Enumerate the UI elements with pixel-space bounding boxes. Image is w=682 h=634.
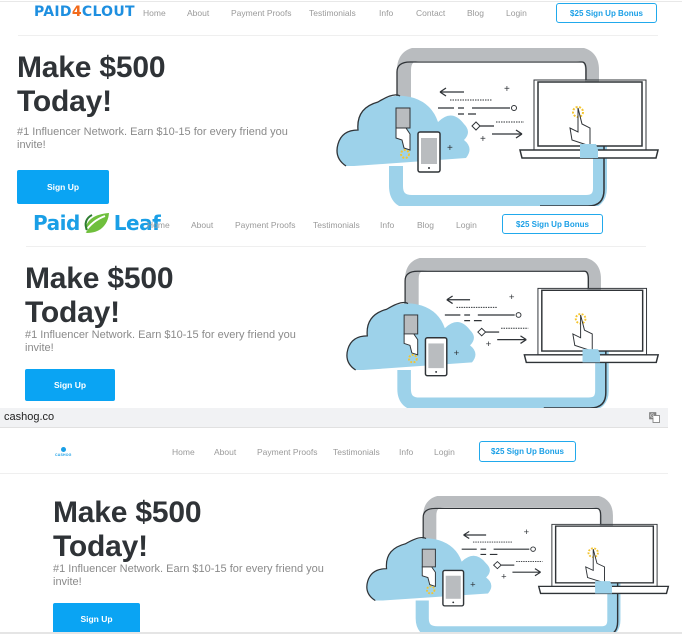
- nav-about[interactable]: About: [187, 8, 209, 18]
- signup-bonus-button[interactable]: $25 Sign Up Bonus: [502, 214, 603, 234]
- hero-headline: Make $500 Today!: [25, 262, 174, 329]
- leaf-icon: [83, 213, 109, 233]
- nav-home[interactable]: Home: [143, 8, 166, 18]
- svg-text:G: G: [650, 414, 654, 420]
- nav-info[interactable]: Info: [380, 220, 394, 230]
- signup-button[interactable]: Sign Up: [53, 603, 140, 632]
- svg-text:+: +: [486, 339, 492, 350]
- paid4clout-logo[interactable]: PAID4CLOUT: [34, 4, 135, 20]
- nav-testimonials[interactable]: Testimonials: [313, 220, 360, 230]
- svg-text:+: +: [454, 348, 460, 359]
- paidleaf-logo[interactable]: Paid Leaf: [33, 210, 161, 236]
- cashog-logo[interactable]: CASHOG: [55, 447, 72, 457]
- nav-payment-proofs[interactable]: Payment Proofs: [257, 447, 317, 457]
- paid4clout-page: PAID4CLOUT Home About Payment Proofs Tes…: [0, 0, 682, 206]
- nav-login[interactable]: Login: [506, 8, 527, 18]
- cashog-logo-icon: [60, 447, 66, 452]
- nav-blog[interactable]: Blog: [417, 220, 434, 230]
- svg-text:+: +: [447, 143, 453, 154]
- signup-button[interactable]: Sign Up: [17, 170, 109, 204]
- nav-home[interactable]: Home: [147, 220, 170, 230]
- svg-text:+: +: [509, 292, 515, 303]
- nav-divider: [26, 246, 646, 247]
- nav-divider: [18, 35, 658, 36]
- nav-login[interactable]: Login: [434, 447, 455, 457]
- nav-info[interactable]: Info: [399, 447, 413, 457]
- signup-button[interactable]: Sign Up: [25, 369, 115, 401]
- translate-icon[interactable]: G: [649, 412, 660, 423]
- hero-headline: Make $500 Today!: [53, 496, 202, 563]
- cloud-devices-illustration: + + +: [346, 258, 660, 408]
- cloud-devices-illustration: + + +: [366, 496, 670, 632]
- nav-testimonials[interactable]: Testimonials: [309, 8, 356, 18]
- svg-text:+: +: [504, 84, 510, 95]
- url-text[interactable]: cashog.co: [4, 411, 54, 423]
- nav-about[interactable]: About: [191, 220, 213, 230]
- nav-payment-proofs[interactable]: Payment Proofs: [235, 220, 295, 230]
- nav-home[interactable]: Home: [172, 447, 195, 457]
- hero-subtext: #1 Influencer Network. Earn $10-15 for e…: [53, 563, 324, 588]
- cloud-devices-illustration: + + +: [336, 48, 659, 206]
- signup-bonus-button[interactable]: $25 Sign Up Bonus: [479, 441, 576, 462]
- cashog-page: CASHOG Home About Payment Proofs Testimo…: [0, 429, 682, 632]
- nav-testimonials[interactable]: Testimonials: [333, 447, 380, 457]
- nav-contact[interactable]: Contact: [416, 8, 445, 18]
- nav-blog[interactable]: Blog: [467, 8, 484, 18]
- signup-bonus-button[interactable]: $25 Sign Up Bonus: [556, 3, 657, 23]
- nav-info[interactable]: Info: [379, 8, 393, 18]
- nav-login[interactable]: Login: [456, 220, 477, 230]
- svg-text:+: +: [501, 572, 506, 582]
- top-divider: [0, 1, 682, 2]
- paidleaf-page: Paid Leaf Home About Payment Proofs Test…: [0, 206, 682, 408]
- hero-subtext: #1 Influencer Network. Earn $10-15 for e…: [25, 329, 296, 354]
- svg-text:+: +: [524, 527, 529, 537]
- svg-text:+: +: [480, 134, 486, 145]
- address-bar[interactable]: cashog.co G: [0, 408, 668, 428]
- nav-payment-proofs[interactable]: Payment Proofs: [231, 8, 291, 18]
- hero-headline: Make $500 Today!: [17, 51, 166, 118]
- hero-subtext: #1 Influencer Network. Earn $10-15 for e…: [17, 126, 288, 151]
- nav-about[interactable]: About: [214, 447, 236, 457]
- nav-divider: [0, 473, 668, 474]
- svg-text:+: +: [470, 580, 475, 590]
